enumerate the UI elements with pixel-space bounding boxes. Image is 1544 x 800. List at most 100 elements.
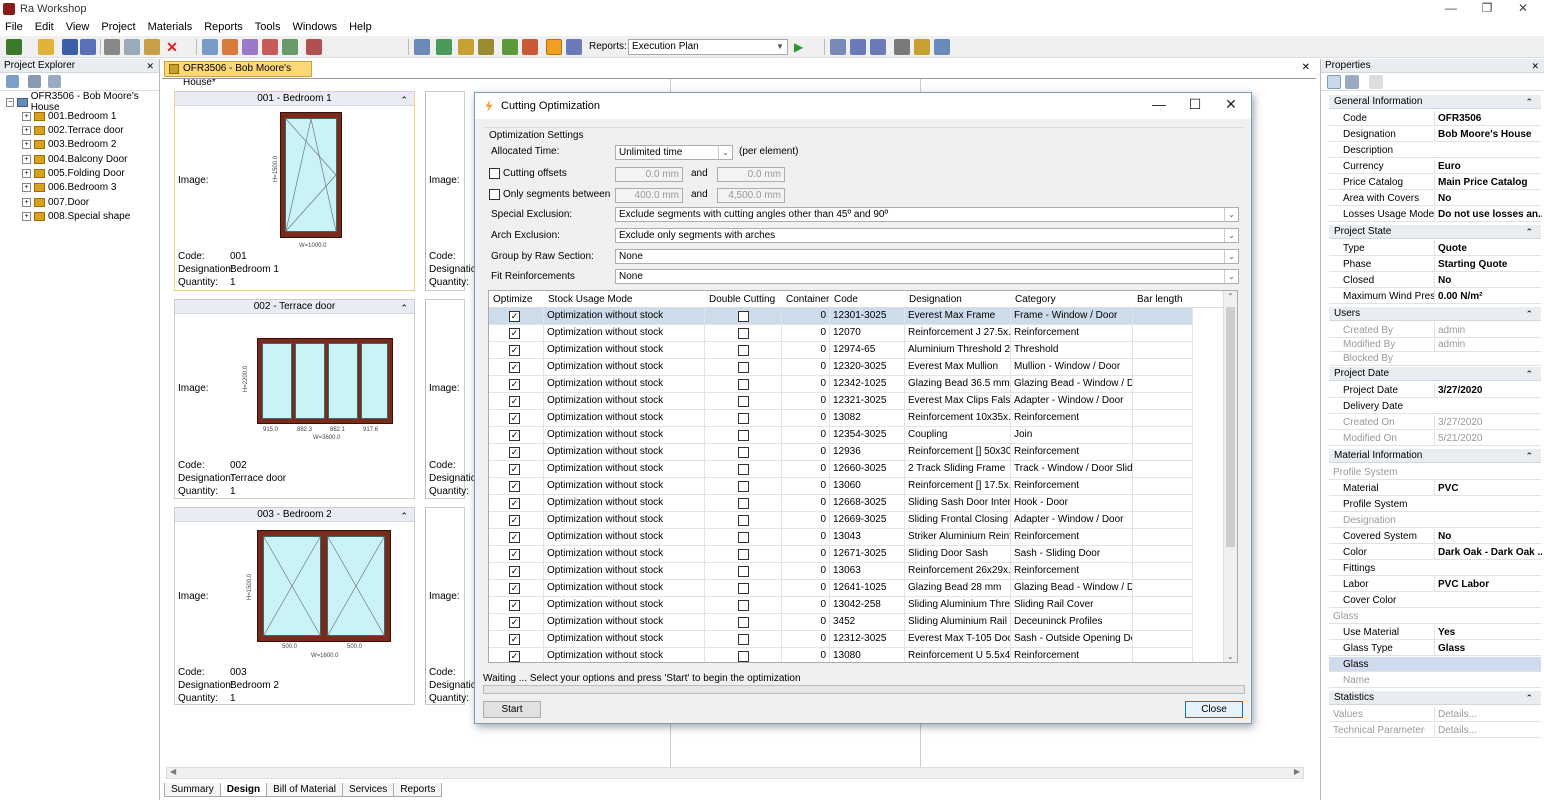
optimize-checkbox[interactable]: ✓ [509,328,520,339]
column-category[interactable]: Category [1015,291,1056,308]
segment-min-field[interactable]: 400.0 mm [615,188,683,203]
property-section[interactable]: Project State ⌃ [1329,225,1541,239]
property-row[interactable]: Delivery Date [1329,399,1541,414]
property-pages-icon[interactable] [1369,75,1383,89]
property-section[interactable]: Statistics ⌃ [1329,691,1541,705]
optimize-checkbox[interactable]: ✓ [509,617,520,628]
scroll-right-icon[interactable]: ▶ [1294,767,1300,776]
property-row[interactable]: Project Date 3/27/2020 [1329,383,1541,398]
property-row[interactable]: Modified On 5/21/2020 [1329,431,1541,446]
window-icon[interactable] [202,39,218,55]
property-row[interactable]: Phase Starting Quote [1329,257,1541,272]
optimize-checkbox[interactable]: ✓ [509,311,520,322]
double-cutting-checkbox[interactable] [738,481,749,492]
property-row[interactable]: Designation [1329,513,1541,528]
property-value[interactable]: 3/27/2020 [1434,415,1542,430]
doc-icon[interactable] [282,39,298,55]
expand-icon[interactable]: + [22,168,31,178]
property-row[interactable]: Glass Type Glass [1329,641,1541,656]
only-segments-checkbox[interactable] [489,189,500,200]
double-cutting-checkbox[interactable] [738,583,749,594]
tree-item[interactable]: +006.Bedroom 3 [22,180,116,194]
cut-icon[interactable] [104,39,120,55]
frame-icon[interactable] [414,39,430,55]
property-row[interactable]: Cover Color [1329,593,1541,608]
optimize-checkbox[interactable]: ✓ [509,481,520,492]
table-row[interactable]: ✓ Optimization without stock 0 12641-1025 Gl… [489,580,1193,597]
tree-item[interactable]: +008.Special shape [22,209,130,223]
refresh-icon[interactable] [6,75,19,88]
collapse-icon[interactable]: ⌃ [400,93,408,107]
report-icon[interactable] [222,39,238,55]
table-row[interactable]: ✓ Optimization without stock 0 12312-3025 Ev… [489,631,1193,648]
segment-max-field[interactable]: 4,500.0 mm [717,188,785,203]
expand-icon[interactable]: + [22,111,31,121]
optimize-checkbox[interactable]: ✓ [509,651,520,662]
property-row[interactable]: Glass [1329,609,1541,624]
property-value[interactable]: No [1434,529,1542,544]
table-row[interactable]: ✓ Optimization without stock 0 12974-65 Alum… [489,342,1193,359]
menu-reports[interactable]: Reports [204,21,243,33]
tree-item[interactable]: +002.Terrace door [22,123,124,137]
optimize-checkbox[interactable]: ✓ [509,464,520,475]
close-document-icon[interactable]: ✕ [1302,62,1310,73]
property-row[interactable]: Created By admin [1329,323,1541,338]
new-project-icon[interactable] [6,39,22,55]
double-cutting-checkbox[interactable] [738,447,749,458]
property-row[interactable]: Labor PVC Labor [1329,577,1541,592]
materials-icon[interactable] [436,39,452,55]
scroll-up-icon[interactable]: ⌃ [1227,292,1234,301]
property-value[interactable]: PVC Labor [1434,577,1542,592]
optimize-checkbox[interactable]: ✓ [509,430,520,441]
close-icon[interactable]: ✕ [1531,59,1539,73]
double-cutting-checkbox[interactable] [738,413,749,424]
double-cutting-checkbox[interactable] [738,532,749,543]
property-value[interactable]: Do not use losses an... [1434,207,1542,222]
property-row[interactable]: Code OFR3506 [1329,111,1541,126]
column-designation[interactable]: Designation [909,291,962,308]
property-value[interactable]: PVC [1434,481,1542,496]
property-row[interactable]: Use Material Yes [1329,625,1541,640]
property-value[interactable]: Quote [1434,241,1542,256]
table-row[interactable]: ✓ Optimization without stock 0 12342-1025 Gl… [489,376,1193,393]
property-value[interactable]: Euro [1434,159,1542,174]
group-by-raw-section-select[interactable]: None ⌄ [615,249,1239,264]
property-row[interactable]: Closed No [1329,273,1541,288]
optimize-checkbox[interactable]: ✓ [509,362,520,373]
property-row[interactable]: Profile System [1329,465,1541,480]
menu-edit[interactable]: Edit [35,21,54,33]
property-value[interactable]: Starting Quote [1434,257,1542,272]
element-card[interactable]: Image: Code: Designation Quantity: [425,299,482,499]
table-row[interactable]: ✓ Optimization without stock 0 12070 Reinfor… [489,325,1193,342]
property-value[interactable]: No [1434,273,1542,288]
delete-icon[interactable]: ✕ [164,39,180,55]
close-icon[interactable]: ✕ [1213,96,1249,113]
categorized-icon[interactable] [1327,75,1341,89]
table-row[interactable]: ✓ Optimization without stock 0 13042-258 Sli… [489,597,1193,614]
allocated-time-select[interactable]: Unlimited time ⌄ [615,145,733,160]
optimize-checkbox[interactable]: ✓ [509,515,520,526]
property-value[interactable]: OFR3506 [1434,111,1542,126]
property-value[interactable]: 5/21/2020 [1434,431,1542,446]
menu-project[interactable]: Project [101,21,135,33]
property-value[interactable]: Bob Moore's House [1434,127,1542,142]
play-icon[interactable]: ▶ [794,39,810,55]
table-row[interactable]: ✓ Optimization without stock 0 13080 Reinfor… [489,648,1193,662]
property-section[interactable]: Material Information ⌃ [1329,449,1541,463]
property-row[interactable]: Currency Euro [1329,159,1541,174]
expand-icon[interactable]: + [22,197,31,207]
menu-file[interactable]: File [5,21,23,33]
reports-select[interactable]: Execution Plan ▼ [628,39,788,55]
cutting-offset-start-field[interactable]: 0.0 mm [615,167,683,182]
folder-icon[interactable] [458,39,474,55]
trophy-icon[interactable] [914,39,930,55]
double-cutting-checkbox[interactable] [738,634,749,645]
collapse-icon[interactable]: ⌃ [1525,691,1533,705]
double-cutting-checkbox[interactable] [738,515,749,526]
expand-icon[interactable]: + [22,211,31,221]
optimize-checkbox[interactable]: ✓ [509,583,520,594]
list-icon[interactable] [894,39,910,55]
column-optimize[interactable]: Optimize [493,291,532,308]
property-value[interactable]: No [1434,191,1542,206]
collapse-icon[interactable]: ⌃ [1525,449,1533,463]
